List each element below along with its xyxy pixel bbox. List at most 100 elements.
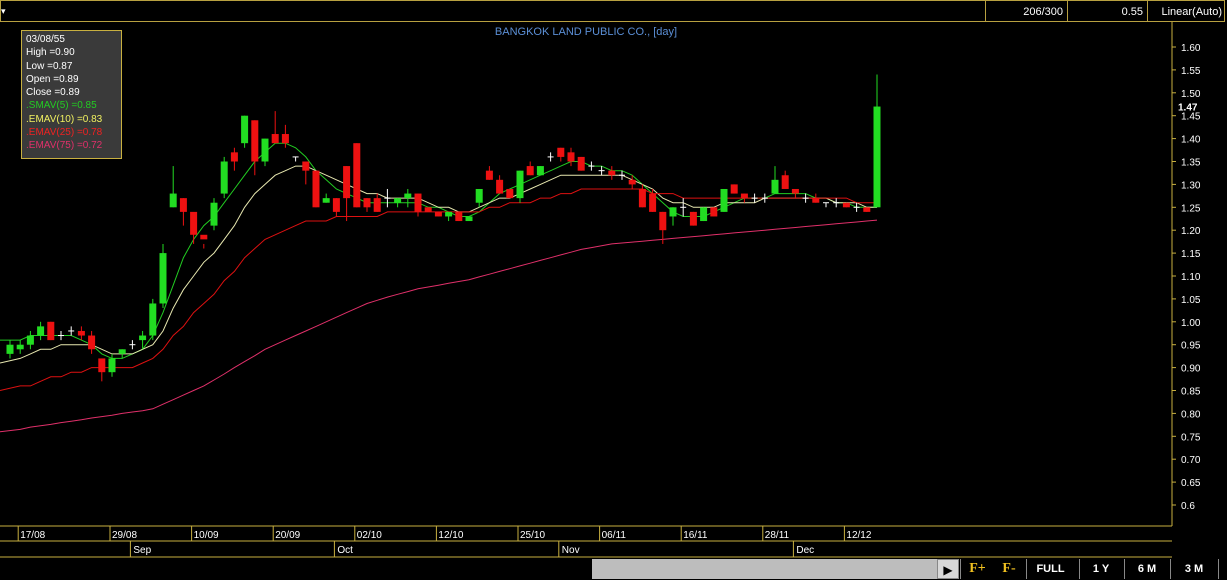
candle-body (567, 152, 575, 162)
candle-body (37, 326, 45, 336)
y-tick-label: 0.6 (1181, 501, 1195, 512)
info-high: High =0.90 (26, 47, 75, 59)
candle-body (873, 106, 881, 208)
x-date-label: 10/09 (194, 530, 219, 541)
y-tick-label: 0.75 (1181, 432, 1201, 443)
candle-body (404, 193, 412, 199)
candle-body (77, 330, 85, 336)
zoom-out-button[interactable]: F- (994, 559, 1024, 579)
candle-body (628, 179, 636, 185)
candle-body (577, 156, 585, 171)
y-tick-label: 1.55 (1181, 66, 1201, 77)
y-tick-label: 0.70 (1181, 455, 1201, 466)
candle-body (281, 134, 289, 144)
x-date-label: 16/11 (683, 530, 708, 541)
candle-body (689, 211, 697, 226)
y-tick-label: 1.00 (1181, 318, 1201, 329)
candle-body (271, 134, 279, 144)
candle-body (434, 211, 442, 217)
x-date-label: 06/11 (602, 530, 627, 541)
candle-body (179, 198, 187, 212)
x-date-label: 17/08 (20, 530, 45, 541)
candle-body (812, 198, 820, 203)
candle-body (781, 175, 789, 189)
candle-body (118, 349, 126, 354)
x-date-label: 12/12 (846, 530, 871, 541)
info-close: Close =0.89 (26, 87, 80, 99)
y-tick-label: 1.10 (1181, 272, 1201, 283)
candle-body (557, 147, 565, 157)
zoom-in-button[interactable]: F+ (960, 559, 994, 579)
candle-body (516, 170, 524, 199)
candle-body (720, 188, 728, 212)
range-full-button[interactable]: FULL (1026, 559, 1074, 579)
candle-body (771, 179, 779, 194)
y-tick-label: 1.60 (1181, 43, 1201, 54)
candle-body (190, 211, 198, 235)
y-tick-label: 1.25 (1181, 203, 1201, 214)
emav75-line (0, 219, 878, 433)
y-tick-label: 1.05 (1181, 295, 1201, 306)
candle-body (241, 115, 249, 144)
info-box: 03/08/55 High =0.90 Low =0.87 Open =0.89… (21, 30, 122, 159)
candle-body (88, 335, 96, 350)
candle-body (332, 198, 340, 212)
candle-body (700, 207, 708, 222)
candle-body (455, 211, 463, 222)
candle-body (353, 143, 361, 208)
candlestick-chart[interactable]: 0.6 0.65 0.70 0.75 0.80 0.85 0.90 0.95 1.00 1.05 1… (0, 22, 1227, 559)
candle-body (47, 321, 55, 341)
y-tick-label: 1.35 (1181, 158, 1201, 169)
x-month-label: Dec (796, 545, 814, 556)
y-tick-label: 1.15 (1181, 249, 1201, 260)
last-price-label: 1.47 (1178, 103, 1198, 114)
candle-body (863, 207, 871, 212)
toolbar-divider (1218, 559, 1227, 579)
x-month-label: Sep (133, 545, 151, 556)
candle-body (200, 234, 208, 240)
info-open: Open =0.89 (26, 73, 79, 85)
candle-body (465, 216, 473, 222)
info-date: 03/08/55 (26, 34, 65, 45)
emav25-line (0, 188, 877, 391)
candle-body (98, 358, 106, 373)
x-month-label: Nov (562, 545, 580, 556)
smav5-line (0, 142, 877, 359)
candle-body (424, 207, 432, 212)
candle-body (638, 188, 646, 208)
y-tick-label: 0.80 (1181, 409, 1201, 420)
range-1y-button[interactable]: 1 Y (1079, 559, 1122, 579)
candle-body (394, 198, 402, 203)
candle-body (730, 184, 738, 194)
y-tick-label: 1.40 (1181, 135, 1201, 146)
info-smav5: .SMAV(5) =0.85 (26, 100, 97, 112)
candle-body (506, 188, 514, 199)
candle-body (230, 152, 238, 162)
candle-body (210, 202, 218, 226)
candle-body (475, 188, 483, 203)
horizontal-scrollbar[interactable] (592, 559, 937, 579)
candle-body (16, 344, 24, 350)
dropdown-arrow-icon[interactable]: ▾ (1, 1, 9, 21)
candle-body (485, 170, 493, 180)
candle-body (445, 211, 453, 217)
candle-body (608, 170, 616, 176)
candle-body (6, 344, 14, 354)
range-3m-button[interactable]: 3 M (1170, 559, 1217, 579)
candle-body (139, 335, 147, 341)
y-tick-label: 1.50 (1181, 89, 1201, 100)
candle-body (26, 335, 34, 345)
info-emav10: .EMAV(10) =0.83 (26, 113, 103, 125)
candle-body (710, 207, 718, 217)
x-date-label: 28/11 (765, 530, 790, 541)
candle-body (373, 198, 381, 212)
y-tick-label: 0.65 (1181, 478, 1201, 489)
scroll-right-icon[interactable]: ▶ (937, 559, 959, 579)
candle-body (659, 211, 667, 231)
range-6m-button[interactable]: 6 M (1124, 559, 1169, 579)
scale-value: 0.55 (1067, 1, 1147, 21)
y-tick-label: 0.90 (1181, 364, 1201, 375)
scale-mode-select[interactable]: Linear(Auto) (1147, 1, 1226, 21)
candle-body (322, 198, 330, 203)
range-counter: 206/300 (985, 1, 1067, 21)
